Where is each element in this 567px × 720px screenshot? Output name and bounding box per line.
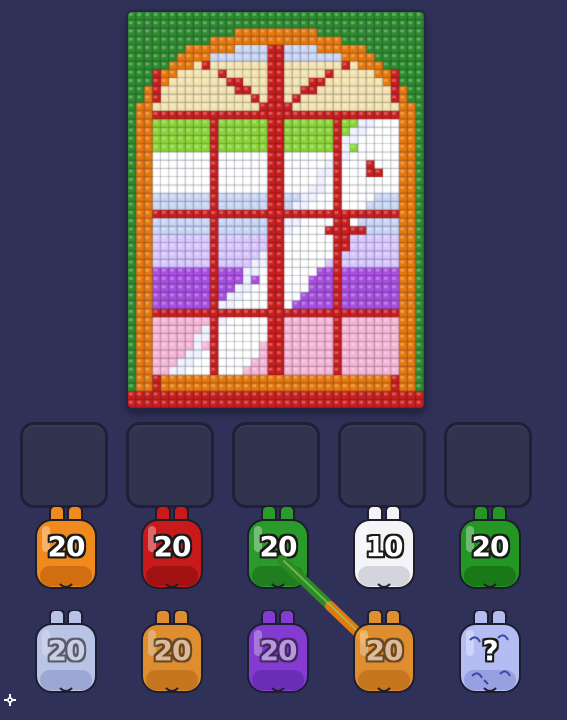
jar-count: 20 — [153, 530, 192, 563]
paint-jar-purple[interactable]: 20 — [242, 610, 314, 700]
settings-icon[interactable] — [4, 694, 16, 706]
paint-jar-red[interactable]: 20 — [136, 506, 208, 596]
jar-count: 20 — [47, 530, 86, 563]
paint-jar-lavender[interactable]: 20 — [30, 610, 102, 700]
paint-jar-orange[interactable]: 20 — [30, 506, 102, 596]
mystery-jar[interactable]: ? — [454, 610, 526, 700]
paint-jar-green-2[interactable]: 20 — [454, 506, 526, 596]
holding-slot-4[interactable] — [338, 422, 426, 508]
holding-slot-2[interactable] — [126, 422, 214, 508]
jar-count: 20 — [47, 634, 86, 667]
jar-count: 20 — [471, 530, 510, 563]
jar-count: 10 — [365, 530, 404, 563]
paint-jar-green[interactable]: 20 — [242, 506, 314, 596]
jar-count: 20 — [153, 634, 192, 667]
holding-slot-5[interactable] — [444, 422, 532, 508]
jar-count: 20 — [365, 634, 404, 667]
pixel-art-board — [128, 12, 424, 408]
holding-slot-1[interactable] — [20, 422, 108, 508]
jar-count: 20 — [259, 530, 298, 563]
holding-slot-3[interactable] — [232, 422, 320, 508]
jar-count: ? — [482, 634, 498, 667]
jar-count: 20 — [259, 634, 298, 667]
paint-jar-orange-3[interactable]: 20 — [348, 610, 420, 700]
paint-jar-white[interactable]: 10 — [348, 506, 420, 596]
paint-jar-orange-2[interactable]: 20 — [136, 610, 208, 700]
